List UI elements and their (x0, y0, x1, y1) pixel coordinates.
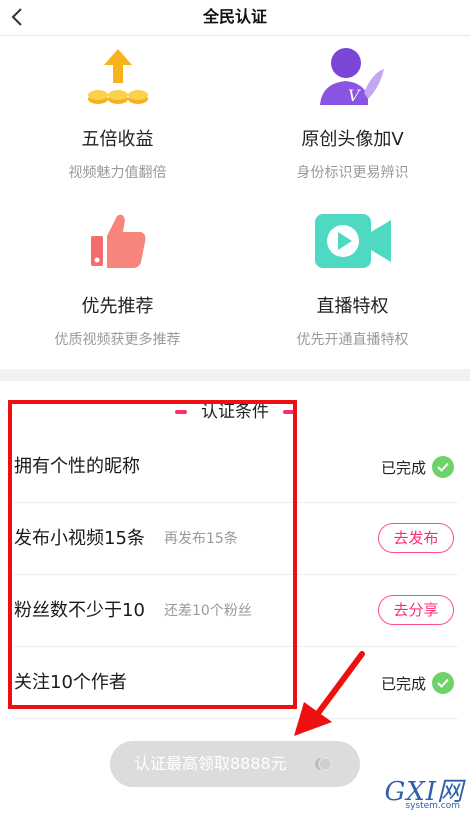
benefit-five-times-income: 五倍收益 视频魅力值翻倍 (0, 37, 235, 202)
arrow-up-coins-icon (87, 49, 148, 104)
benefit-priority-recommend: 优先推荐 优质视频获更多推荐 (0, 202, 235, 367)
status-text: 已完成 (380, 458, 426, 477)
condition-row-nickname: 拥有个性的昵称 已完成 (0, 431, 470, 503)
condition-label: 关注10个作者 (14, 672, 127, 693)
vip-avatar-icon: V (319, 48, 384, 105)
check-icon (432, 672, 454, 694)
row-divider (12, 718, 458, 719)
benefit-name: 直播特权 (316, 296, 389, 317)
annotation-arrow-icon (294, 651, 365, 736)
status-completed: 已完成 (381, 455, 454, 479)
video-camera-icon (314, 214, 391, 268)
certification-page: { "header": { "title": "全民认证", "back_ico… (0, 0, 470, 815)
benefit-name: 原创头像加V (301, 129, 404, 150)
benefit-desc: 优先开通直播特权 (296, 332, 409, 348)
condition-label: 粉丝数不少于10 (14, 600, 145, 621)
coin-icon (315, 757, 332, 771)
section-divider (0, 369, 470, 381)
page-title: 全民认证 (202, 7, 267, 26)
condition-row-followers: 粉丝数不少于10 还差10个粉丝 去分享 (0, 575, 470, 647)
condition-label: 发布小视频15条 (14, 528, 145, 549)
heading-dash-right (283, 410, 295, 414)
benefits-grid: 五倍收益 视频魅力值翻倍 V 原创头像加V 身份标识更易辨识 优先推荐 优质视频… (0, 37, 470, 367)
benefit-name: 优先推荐 (81, 296, 154, 317)
benefit-name: 五倍收益 (81, 129, 154, 150)
heading-dash-left (175, 410, 187, 414)
benefit-original-avatar-v: V 原创头像加V 身份标识更易辨识 (235, 37, 470, 202)
benefit-desc: 优质视频获更多推荐 (54, 332, 181, 348)
svg-text:V: V (348, 86, 361, 105)
cta-label: 认证最高领取8888元 (134, 754, 287, 773)
condition-label: 拥有个性的昵称 (14, 456, 140, 477)
go-publish-button[interactable]: 去发布 (378, 523, 454, 553)
conditions-heading: 认证条件 (0, 400, 470, 424)
status-text: 已完成 (380, 674, 426, 693)
condition-row-publish-videos: 发布小视频15条 再发布15条 去发布 (0, 503, 470, 575)
claim-reward-button[interactable]: 认证最高领取8888元 (110, 741, 360, 787)
status-completed: 已完成 (381, 671, 454, 695)
check-icon (432, 456, 454, 478)
go-share-button[interactable]: 去分享 (378, 595, 454, 625)
site-watermark: GXI网 system.com (372, 771, 464, 811)
watermark-site: system.com (405, 801, 460, 811)
thumbs-up-icon (90, 214, 145, 268)
benefit-desc: 身份标识更易辨识 (296, 165, 409, 181)
conditions-title: 认证条件 (201, 402, 269, 422)
top-bar: 全民认证 (0, 0, 470, 36)
condition-row-follow-authors: 关注10个作者 已完成 (0, 647, 470, 719)
benefit-desc: 视频魅力值翻倍 (68, 165, 167, 181)
condition-hint: 还差10个粉丝 (164, 603, 252, 619)
condition-hint: 再发布15条 (164, 531, 238, 547)
benefit-live-privilege: 直播特权 优先开通直播特权 (235, 202, 470, 367)
